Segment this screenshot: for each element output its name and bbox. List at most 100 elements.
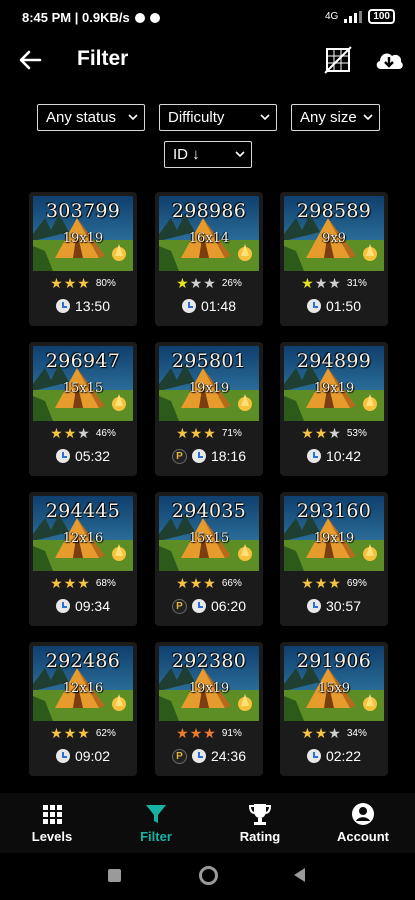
puzzle-id: 292486 xyxy=(45,650,121,672)
puzzle-id: 294445 xyxy=(45,500,121,522)
puzzle-time-row: 13:50 xyxy=(29,298,137,314)
puzzle-size: 19x19 xyxy=(313,381,355,396)
rating-star-icon: ★ xyxy=(203,575,216,591)
puzzle-percent: 69% xyxy=(346,577,367,589)
rating-star-icon: ★ xyxy=(203,425,216,441)
tab-levels-label: Levels xyxy=(31,829,73,844)
puzzle-card[interactable]: 294035 15x15 ★ ★ ★ 66% P 06:20 xyxy=(155,492,263,626)
status-filter-value: Any status xyxy=(46,109,117,126)
arrow-left-icon[interactable] xyxy=(16,46,44,74)
puzzle-thumbnail: 292380 19x19 xyxy=(159,646,259,721)
puzzle-card[interactable]: 293160 19x19 ★ ★ ★ 69% 30:57 xyxy=(280,492,388,626)
status-time: 8:45 PM | 0.9KB/s xyxy=(22,10,130,25)
rating-star-icon: ★ xyxy=(63,275,77,291)
premium-badge-icon: P xyxy=(171,598,187,614)
size-filter-dropdown[interactable]: Any size xyxy=(291,104,380,131)
rating-star-icon: ★ xyxy=(77,275,90,291)
puzzle-thumbnail: 294445 12x16 xyxy=(33,496,133,571)
puzzle-size: 19x19 xyxy=(313,531,355,546)
status-bar: 8:45 PM | 0.9KB/s 4G 100 xyxy=(0,0,415,36)
rating-star-icon: ★ xyxy=(328,575,341,591)
tab-levels[interactable]: Levels xyxy=(0,793,104,853)
puzzle-card[interactable]: 294445 12x16 ★ ★ ★ 68% 09:34 xyxy=(29,492,137,626)
cloud-download-icon[interactable] xyxy=(374,47,404,73)
battery-icon: 100 xyxy=(368,9,395,24)
clock-icon xyxy=(191,449,206,463)
system-back-button[interactable] xyxy=(294,868,305,882)
puzzle-card[interactable]: 298986 16x14 ★ ★ ★ 26% 01:48 xyxy=(155,192,263,326)
puzzle-id: 295801 xyxy=(171,350,247,372)
system-navigation-bar xyxy=(0,853,415,900)
rating-star-icon: ★ xyxy=(189,725,203,741)
tab-filter[interactable]: Filter xyxy=(104,793,208,853)
puzzle-size: 19x19 xyxy=(62,231,104,246)
tab-rating[interactable]: Rating xyxy=(208,793,312,853)
puzzle-time-row: 10:42 xyxy=(280,448,388,464)
puzzle-percent: 34% xyxy=(346,727,367,739)
puzzle-card[interactable]: 292380 19x19 ★ ★ ★ 91% P 24:36 xyxy=(155,642,263,776)
premium-badge-icon: P xyxy=(171,748,187,764)
puzzle-time-row: 05:32 xyxy=(29,448,137,464)
tab-account[interactable]: Account xyxy=(311,793,415,853)
clock-icon xyxy=(55,749,70,763)
chevron-down-icon xyxy=(235,151,245,158)
puzzle-id: 291906 xyxy=(296,650,372,672)
puzzle-percent: 68% xyxy=(95,577,116,589)
rating-star-icon: ★ xyxy=(63,725,77,741)
rating-star-icon: ★ xyxy=(77,725,90,741)
puzzle-percent: 31% xyxy=(346,277,367,289)
puzzle-card[interactable]: 294899 19x19 ★ ★ ★ 53% 10:42 xyxy=(280,342,388,476)
puzzle-size: 15x15 xyxy=(62,381,104,396)
status-right: 4G 100 xyxy=(325,9,395,24)
puzzle-size: 15x9 xyxy=(317,681,351,696)
puzzle-rating: ★ ★ ★ 31% xyxy=(280,276,388,290)
status-left: 8:45 PM | 0.9KB/s xyxy=(22,10,160,25)
puzzle-time: 09:34 xyxy=(74,598,111,614)
rating-star-icon: ★ xyxy=(189,575,203,591)
puzzle-time: 01:48 xyxy=(200,298,237,314)
app-bar: Filter xyxy=(0,36,415,86)
puzzle-percent: 91% xyxy=(221,727,242,739)
puzzle-percent: 53% xyxy=(346,427,367,439)
puzzle-time: 10:42 xyxy=(325,448,362,464)
sort-dropdown[interactable]: ID ↓ xyxy=(164,141,252,168)
puzzle-card[interactable]: 295801 19x19 ★ ★ ★ 71% P 18:16 xyxy=(155,342,263,476)
puzzle-time-row: P 18:16 xyxy=(155,448,263,464)
puzzle-id: 293160 xyxy=(296,500,372,522)
clock-icon xyxy=(55,449,70,463)
puzzle-thumbnail: 296947 15x15 xyxy=(33,346,133,421)
rating-star-icon: ★ xyxy=(63,425,77,441)
difficulty-filter-dropdown[interactable]: Difficulty xyxy=(159,104,277,131)
puzzle-card[interactable]: 303799 19x19 ★ ★ ★ 80% 13:50 xyxy=(29,192,137,326)
puzzle-card[interactable]: 291906 15x9 ★ ★ ★ 34% 02:22 xyxy=(280,642,388,776)
puzzle-card[interactable]: 296947 15x15 ★ ★ ★ 46% 05:32 xyxy=(29,342,137,476)
puzzle-time: 09:02 xyxy=(74,748,111,764)
puzzle-thumbnail: 292486 12x16 xyxy=(33,646,133,721)
rating-star-icon: ★ xyxy=(77,575,90,591)
rating-star-icon: ★ xyxy=(301,425,314,441)
status-filter-dropdown[interactable]: Any status xyxy=(37,104,145,131)
puzzle-card[interactable]: 298589 9x9 ★ ★ ★ 31% 01:50 xyxy=(280,192,388,326)
puzzle-thumbnail: 303799 19x19 xyxy=(33,196,133,271)
puzzle-percent: 71% xyxy=(221,427,242,439)
rating-star-icon: ★ xyxy=(50,425,63,441)
puzzle-time-row: 02:22 xyxy=(280,748,388,764)
puzzle-id: 294899 xyxy=(296,350,372,372)
home-button[interactable] xyxy=(199,866,218,885)
trophy-icon xyxy=(248,804,272,825)
sudoku-grid-icon[interactable] xyxy=(323,45,353,75)
puzzle-rating: ★ ★ ★ 80% xyxy=(29,276,137,290)
recents-button[interactable] xyxy=(108,869,121,882)
page-title: Filter xyxy=(77,47,129,70)
clock-icon xyxy=(191,599,206,613)
rating-star-icon: ★ xyxy=(301,275,314,291)
puzzle-size: 9x9 xyxy=(322,231,346,246)
bottom-navigation: Levels Filter Rating Account xyxy=(0,793,415,853)
puzzle-card[interactable]: 292486 12x16 ★ ★ ★ 62% 09:02 xyxy=(29,642,137,776)
rating-star-icon: ★ xyxy=(50,725,63,741)
puzzle-size: 12x16 xyxy=(62,681,104,696)
rating-star-icon: ★ xyxy=(314,725,328,741)
rating-star-icon: ★ xyxy=(176,725,189,741)
rating-star-icon: ★ xyxy=(63,575,77,591)
puzzle-rating: ★ ★ ★ 26% xyxy=(155,276,263,290)
